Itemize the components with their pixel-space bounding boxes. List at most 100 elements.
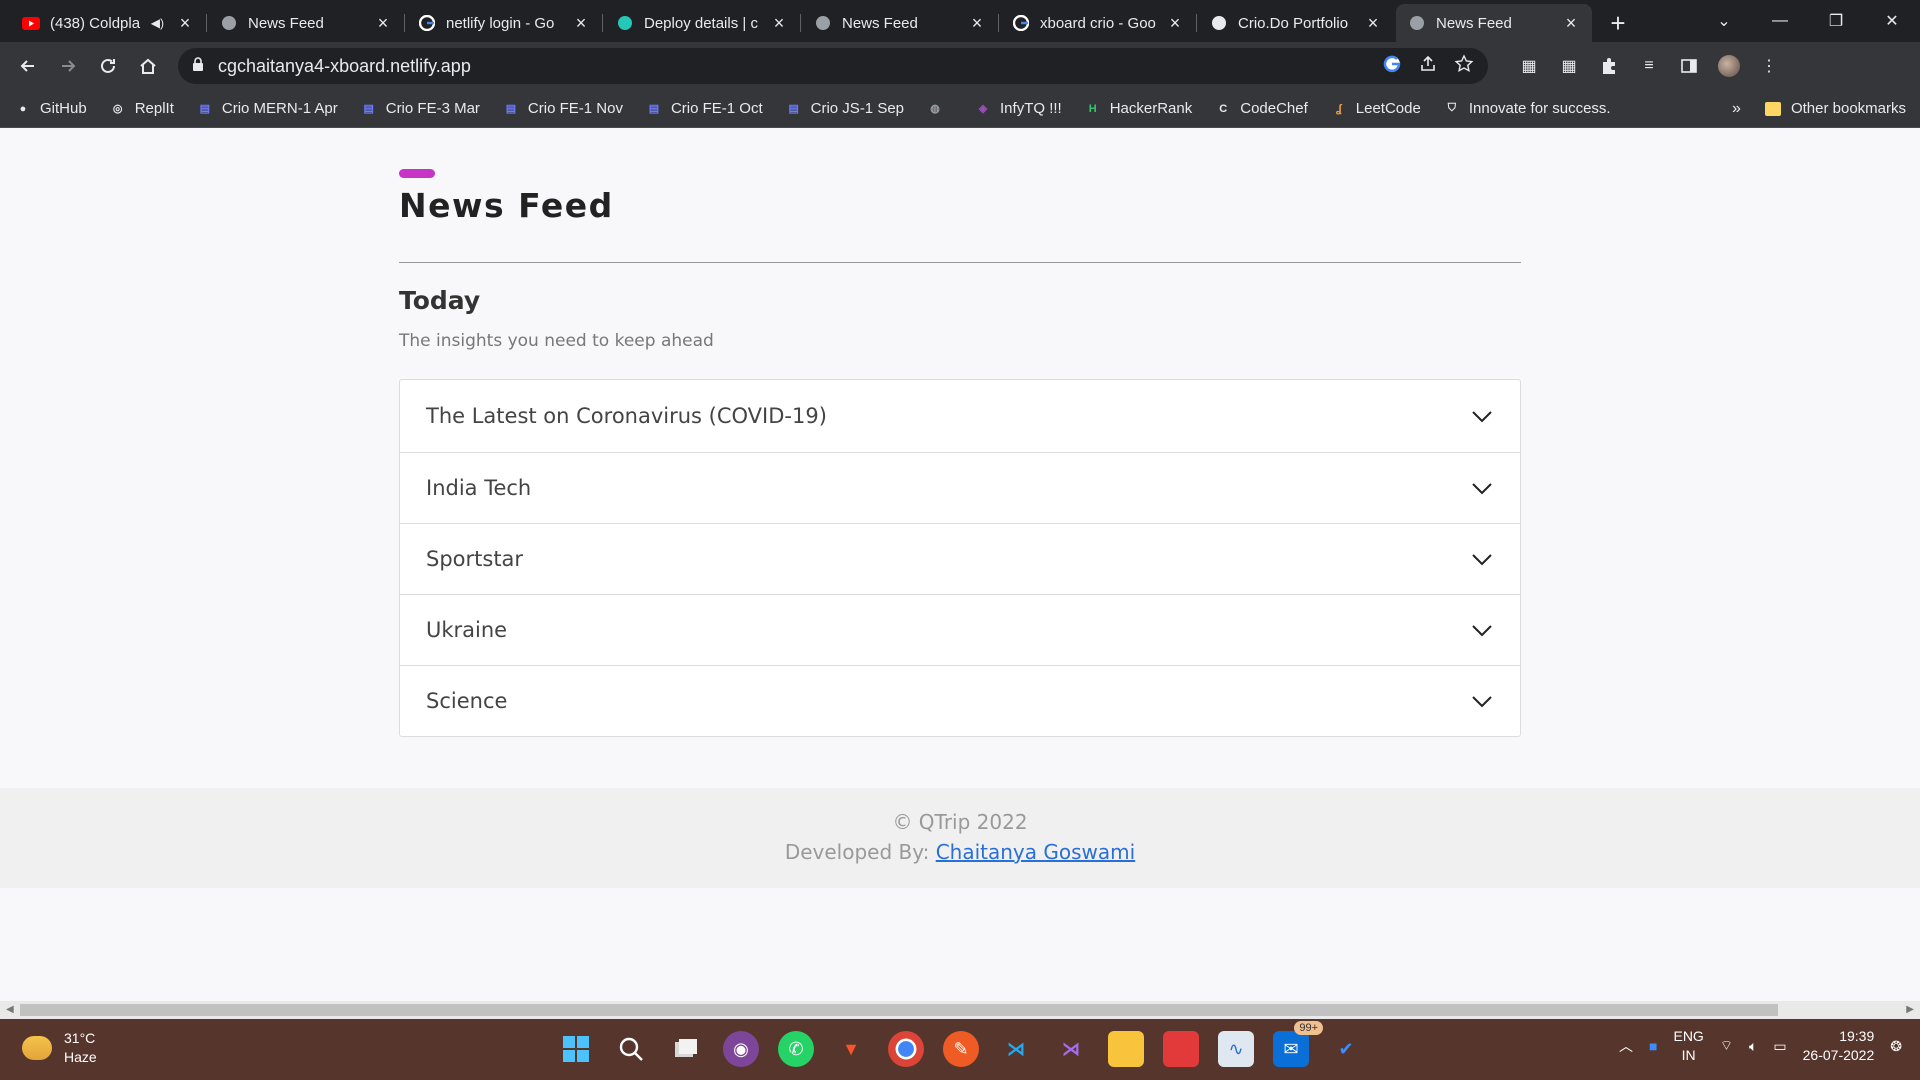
extension-icon[interactable]: ▦	[1558, 55, 1580, 77]
close-window-button[interactable]: ✕	[1864, 11, 1920, 31]
volume-icon[interactable]: 🔈︎	[1749, 1038, 1757, 1055]
home-button[interactable]	[128, 46, 168, 86]
chevron-down-icon[interactable]	[1470, 476, 1494, 500]
restore-button[interactable]: ❐	[1808, 11, 1864, 31]
extension-icon[interactable]: ▦	[1518, 55, 1540, 77]
media-queue-icon[interactable]: ≡	[1638, 55, 1660, 77]
news-app-icon[interactable]	[1163, 1031, 1199, 1067]
close-tab-icon[interactable]: ×	[1364, 13, 1382, 33]
bookmark-item[interactable]: ▤ Crio FE-1 Nov	[502, 100, 623, 118]
browser-tab[interactable]: (438) Coldpla ◀) ×	[10, 4, 206, 42]
language-indicator[interactable]: ENG IN	[1673, 1027, 1703, 1065]
bookmark-item[interactable]: ● GitHub	[14, 100, 87, 118]
whatsapp-icon[interactable]: ✆	[778, 1031, 814, 1067]
bookmark-item[interactable]: C CodeChef	[1214, 100, 1308, 118]
browser-tab[interactable]: News Feed ×	[206, 4, 404, 42]
weather-widget[interactable]: 31°C Haze	[22, 1029, 97, 1067]
vscode-icon[interactable]: ⋊	[998, 1031, 1034, 1067]
chrome-icon[interactable]	[888, 1031, 924, 1067]
chevron-up-icon[interactable]: ︿	[1619, 1036, 1633, 1056]
bookmark-item[interactable]: ◎ ReplIt	[109, 100, 174, 118]
close-tab-icon[interactable]: ×	[968, 13, 986, 33]
bookmark-item[interactable]: ⛉ Innovate for success.	[1443, 100, 1611, 118]
bookmark-item[interactable]: H HackerRank	[1084, 100, 1193, 118]
globe-icon: ◍	[930, 103, 940, 115]
chevron-down-icon[interactable]	[1470, 404, 1494, 428]
chevron-down-icon[interactable]	[1470, 618, 1494, 642]
close-tab-icon[interactable]: ×	[1562, 13, 1580, 33]
accordion-item[interactable]: Ukraine	[400, 594, 1520, 665]
share-icon[interactable]	[1418, 54, 1438, 79]
google-icon	[418, 14, 436, 32]
scroll-right-icon[interactable]: ▶	[1906, 1004, 1914, 1015]
browser-tab[interactable]: xboard crio - Goo ×	[998, 4, 1196, 42]
horizontal-scrollbar[interactable]: ◀ ▶	[0, 1001, 1920, 1019]
close-tab-icon[interactable]: ×	[176, 13, 194, 33]
bookmark-item[interactable]: ◈ InfyTQ !!!	[974, 100, 1062, 118]
close-tab-icon[interactable]: ×	[1166, 13, 1184, 33]
scroll-left-icon[interactable]: ◀	[6, 1004, 14, 1015]
search-icon[interactable]	[613, 1031, 649, 1067]
bookmark-item[interactable]: ▤ Crio FE-1 Oct	[645, 100, 763, 118]
reload-button[interactable]	[88, 46, 128, 86]
browser-tab[interactable]: Deploy details | c ×	[602, 4, 800, 42]
scrollbar-thumb[interactable]	[20, 1004, 1778, 1016]
start-icon[interactable]	[558, 1031, 594, 1067]
battery-icon[interactable]: ▭	[1773, 1038, 1786, 1055]
new-tab-button[interactable]: +	[1598, 4, 1638, 42]
accordion-item[interactable]: The Latest on Coronavirus (COVID-19)	[400, 380, 1520, 452]
bookmark-item[interactable]: ▤ Crio JS-1 Sep	[785, 100, 904, 118]
audio-playing-icon[interactable]: ◀)	[151, 16, 164, 30]
clock[interactable]: 19:39 26-07-2022	[1803, 1027, 1875, 1065]
accordion-item-label: Science	[426, 689, 508, 713]
side-panel-icon[interactable]	[1678, 55, 1700, 77]
close-tab-icon[interactable]: ×	[572, 13, 590, 33]
more-bookmarks-button[interactable]: »	[1732, 100, 1741, 118]
chevron-down-icon[interactable]	[1470, 689, 1494, 713]
puzzle-icon[interactable]	[1598, 55, 1620, 77]
performance-monitor-icon[interactable]: ∿	[1218, 1031, 1254, 1067]
bookmark-item[interactable]: ◍	[926, 100, 952, 118]
browser-tab[interactable]: News Feed ×	[1396, 4, 1592, 42]
close-tab-icon[interactable]: ×	[770, 13, 788, 33]
tor-browser-icon[interactable]: ◉	[723, 1031, 759, 1067]
forward-button[interactable]	[48, 46, 88, 86]
other-bookmarks-folder[interactable]: Other bookmarks	[1764, 100, 1906, 117]
tab-search-icon[interactable]: ⌄	[1696, 11, 1752, 31]
url-text[interactable]: cgchaitanya4-xboard.netlify.app	[218, 56, 1382, 77]
browser-tab[interactable]: News Feed ×	[800, 4, 998, 42]
tab-list: (438) Coldpla ◀) × News Feed × netlify login …	[8, 0, 1592, 42]
notification-icon[interactable]: ❂	[1890, 1038, 1902, 1055]
browser-tab[interactable]: netlify login - Go ×	[404, 4, 602, 42]
accordion-item[interactable]: India Tech	[400, 452, 1520, 523]
bookmark-item[interactable]: ▤ Crio MERN-1 Apr	[196, 100, 338, 118]
globe-icon	[1408, 14, 1426, 32]
accordion-item[interactable]: Science	[400, 665, 1520, 736]
back-button[interactable]	[8, 46, 48, 86]
bookmark-star-icon[interactable]	[1454, 53, 1474, 79]
lock-icon[interactable]	[192, 56, 204, 77]
todo-icon[interactable]: ✔	[1328, 1031, 1364, 1067]
github-icon: ●	[19, 102, 27, 115]
developer-link[interactable]: Chaitanya Goswami	[936, 840, 1135, 864]
postman-icon[interactable]: ✎	[943, 1031, 979, 1067]
wifi-icon[interactable]: ⌔	[1720, 1037, 1733, 1055]
profile-avatar[interactable]	[1718, 55, 1740, 77]
minimize-button[interactable]: —	[1752, 12, 1808, 30]
visual-studio-icon[interactable]: ⋊	[1053, 1031, 1089, 1067]
address-bar[interactable]: cgchaitanya4-xboard.netlify.app	[178, 48, 1488, 84]
browser-tab[interactable]: Crio.Do Portfolio ×	[1196, 4, 1394, 42]
chevron-down-icon[interactable]	[1470, 547, 1494, 571]
tray-app-icon[interactable]: ■	[1649, 1038, 1657, 1054]
bookmark-label: Innovate for success.	[1468, 100, 1611, 117]
brave-icon[interactable]: ▼	[833, 1031, 869, 1067]
mail-icon[interactable]: ✉ 99+	[1273, 1021, 1323, 1067]
task-view-icon[interactable]	[668, 1031, 704, 1067]
close-tab-icon[interactable]: ×	[374, 13, 392, 33]
bookmark-item[interactable]: ʆ LeetCode	[1330, 100, 1421, 118]
google-lens-icon[interactable]	[1382, 54, 1402, 79]
accordion-item[interactable]: Sportstar	[400, 523, 1520, 594]
bookmark-item[interactable]: ▤ Crio FE-3 Mar	[360, 100, 480, 118]
menu-kebab-icon[interactable]: ⋮	[1758, 55, 1780, 77]
file-explorer-icon[interactable]	[1108, 1031, 1144, 1067]
